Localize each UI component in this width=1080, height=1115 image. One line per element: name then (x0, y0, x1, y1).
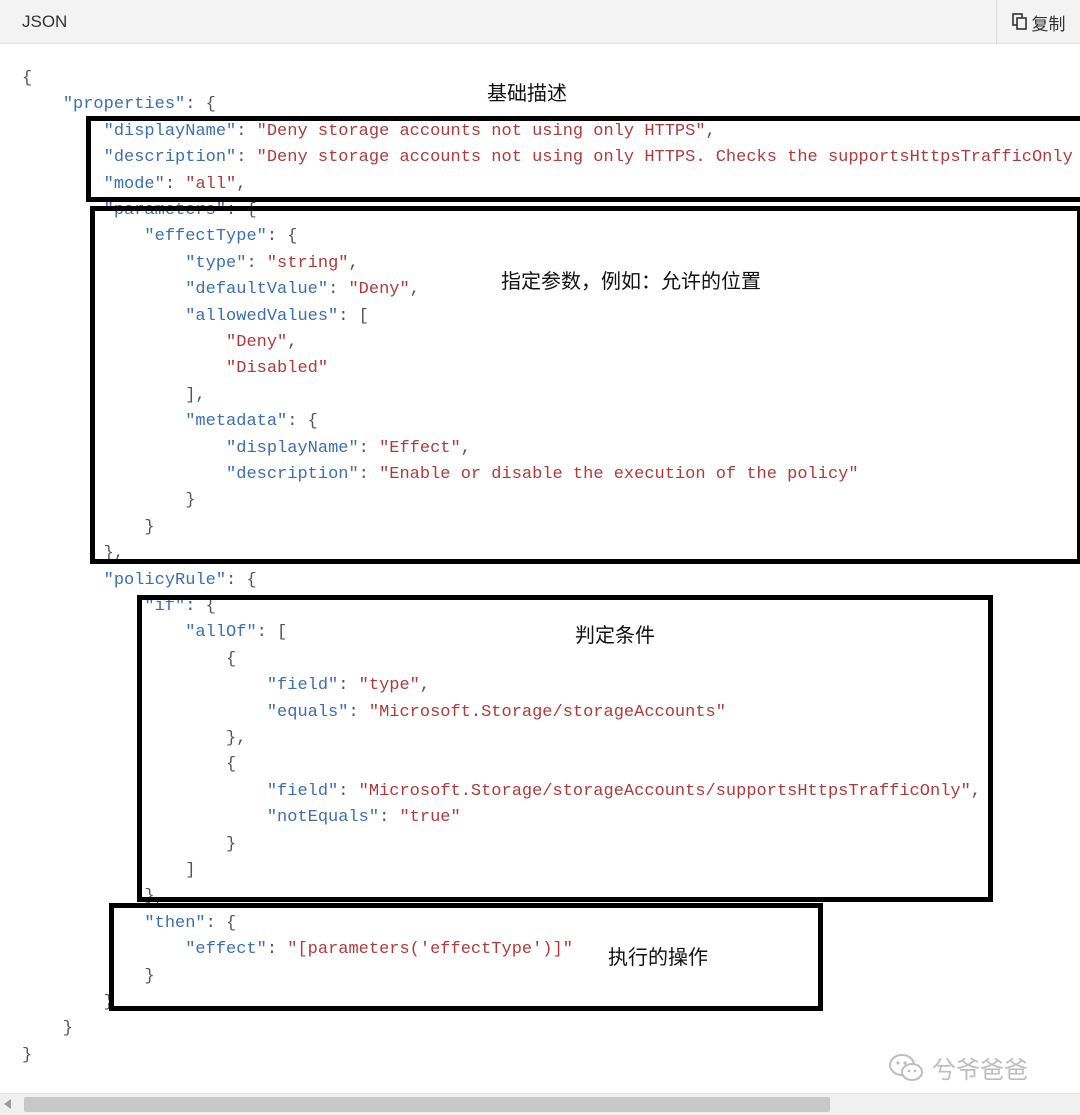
code-line: { (22, 66, 32, 92)
json-key: "policyRule" (103, 570, 227, 590)
scroll-left-arrow-icon[interactable] (4, 1099, 11, 1109)
watermark-text: 兮爷爸爸 (932, 1056, 1028, 1084)
json-punctuation: } (22, 993, 114, 1012)
wechat-icon (889, 1053, 923, 1081)
annotation-box-action (109, 903, 823, 1011)
annotation-label-condition: 判定条件 (575, 623, 655, 647)
code-line: } (22, 990, 114, 1016)
watermark: 兮爷爸爸 (888, 1050, 1028, 1085)
json-punctuation (22, 571, 104, 590)
json-punctuation: } (22, 1019, 74, 1039)
annotation-label-basic: 基础描述 (487, 81, 567, 105)
code-line: "policyRule": { (22, 568, 257, 594)
json-punctuation (22, 597, 144, 616)
code-line: } (22, 1016, 73, 1042)
annotation-box-basic (86, 116, 1080, 202)
json-punctuation: } (22, 1045, 33, 1065)
json-punctuation (22, 95, 63, 114)
annotation-label-action: 执行的操作 (608, 945, 708, 969)
scrollbar-thumb[interactable] (24, 1097, 830, 1112)
code-line: "properties": { (22, 92, 216, 118)
json-key: "properties" (62, 95, 186, 115)
annotation-label-params: 指定参数，例如：允许的位置 (501, 269, 761, 293)
json-punctuation: : { (185, 95, 216, 115)
annotation-box-params (90, 206, 1080, 564)
annotation-box-condition (137, 595, 993, 902)
json-punctuation: : { (226, 570, 257, 590)
horizontal-scrollbar[interactable] (0, 1093, 1080, 1115)
code-line: } (22, 1043, 32, 1069)
json-punctuation: { (22, 69, 33, 88)
